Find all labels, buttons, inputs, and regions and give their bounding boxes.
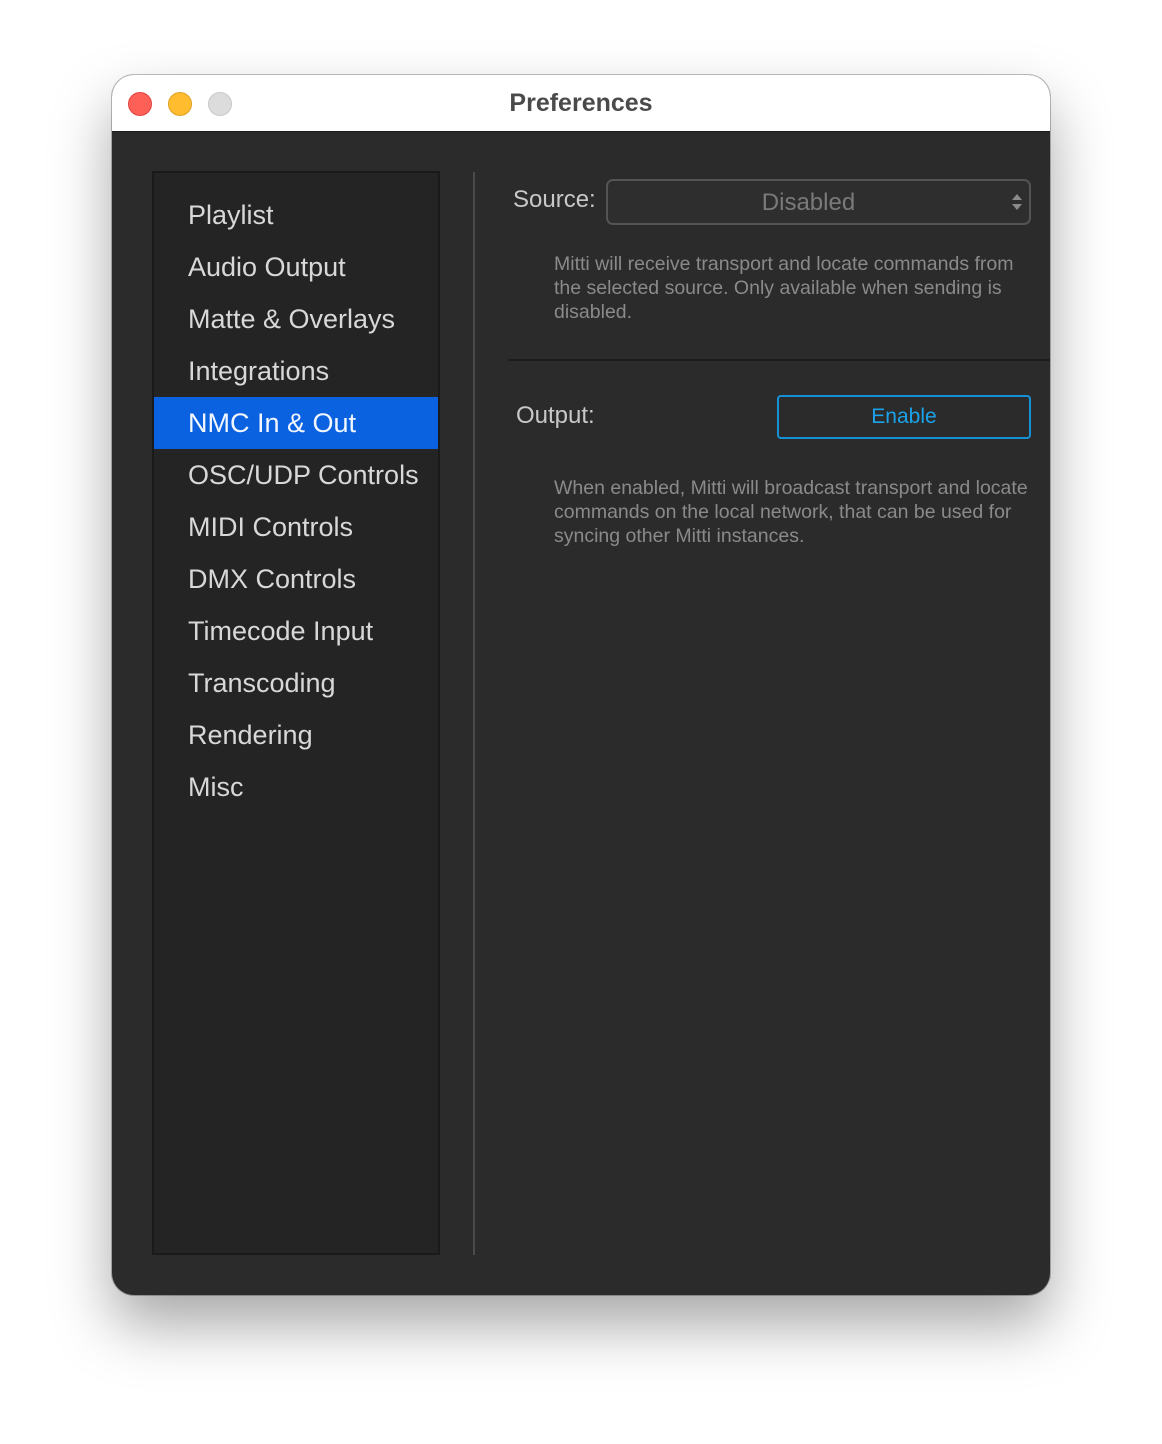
pane-divider xyxy=(473,172,475,1255)
section-divider xyxy=(508,359,1050,361)
preferences-sidebar: Playlist Audio Output Matte & Overlays I… xyxy=(152,171,440,1255)
sidebar-item-matte-overlays[interactable]: Matte & Overlays xyxy=(154,293,438,345)
window-title: Preferences xyxy=(509,89,653,117)
sidebar-item-dmx-controls[interactable]: DMX Controls xyxy=(154,553,438,605)
output-label: Output: xyxy=(516,402,595,429)
sidebar-item-nmc-in-out[interactable]: NMC In & Out xyxy=(154,397,438,449)
preferences-window: Preferences Playlist Audio Output Matte … xyxy=(112,75,1050,1295)
source-select[interactable]: Disabled xyxy=(606,179,1031,225)
source-description: Mitti will receive transport and locate … xyxy=(554,253,1014,323)
sidebar-item-osc-udp-controls[interactable]: OSC/UDP Controls xyxy=(154,449,438,501)
title-bar: Preferences xyxy=(112,75,1050,132)
sidebar-item-integrations[interactable]: Integrations xyxy=(154,345,438,397)
sidebar-item-playlist[interactable]: Playlist xyxy=(154,189,438,241)
updown-chevron-icon xyxy=(1012,194,1022,210)
sidebar-item-audio-output[interactable]: Audio Output xyxy=(154,241,438,293)
sidebar-item-midi-controls[interactable]: MIDI Controls xyxy=(154,501,438,553)
sidebar-item-misc[interactable]: Misc xyxy=(154,761,438,813)
source-select-value: Disabled xyxy=(761,189,856,216)
source-label: Source: xyxy=(513,186,596,213)
sidebar-item-transcoding[interactable]: Transcoding xyxy=(154,657,438,709)
sidebar-item-rendering[interactable]: Rendering xyxy=(154,709,438,761)
sidebar-item-timecode-input[interactable]: Timecode Input xyxy=(154,605,438,657)
output-description: When enabled, Mitti will broadcast trans… xyxy=(554,477,1028,547)
enable-output-button[interactable]: Enable xyxy=(777,395,1031,439)
